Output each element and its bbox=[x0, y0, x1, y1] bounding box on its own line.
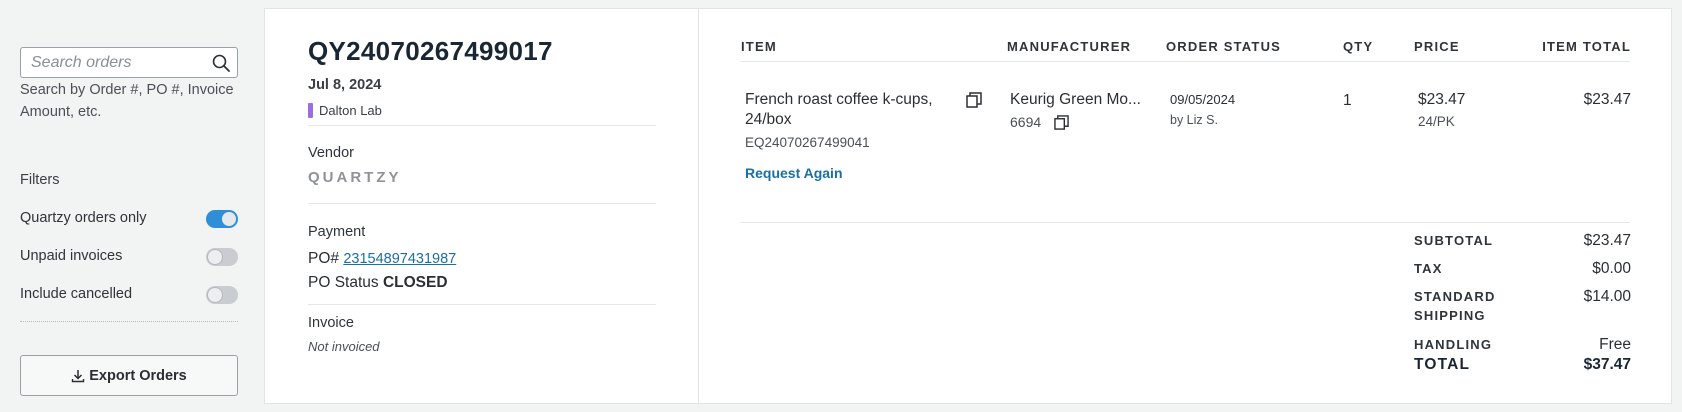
order-card: QY24070267499017 Jul 8, 2024 Dalton Lab … bbox=[264, 8, 1672, 404]
sidebar: Search by Order #, PO #, Invoice Amount,… bbox=[20, 0, 238, 412]
po-number-row: PO# 23154897431987 bbox=[308, 250, 456, 268]
tax-label: TAX bbox=[1414, 261, 1443, 276]
include-cancelled-toggle[interactable] bbox=[206, 286, 238, 304]
shipping-label: STANDARD SHIPPING bbox=[1414, 289, 1496, 323]
vendor-logo: QUARTZY bbox=[308, 169, 402, 186]
search-help-text: Search by Order #, PO #, Invoice Amount,… bbox=[20, 82, 234, 120]
po-status-value: CLOSED bbox=[382, 274, 448, 291]
filter-label: Unpaid invoices bbox=[20, 248, 123, 264]
item-qty: 1 bbox=[1343, 92, 1352, 109]
subtotal-value: $23.47 bbox=[1583, 232, 1631, 249]
column-header-price: PRICE bbox=[1414, 39, 1460, 54]
header-divider bbox=[741, 61, 1630, 62]
copy-icon[interactable] bbox=[966, 92, 982, 108]
column-header-qty: QTY bbox=[1343, 39, 1374, 54]
po-prefix: PO# bbox=[308, 250, 340, 267]
item-price: $23.47 bbox=[1418, 91, 1466, 108]
search-icon[interactable] bbox=[211, 53, 231, 73]
payment-label: Payment bbox=[308, 224, 366, 240]
request-again-link[interactable]: Request Again bbox=[745, 165, 843, 181]
filters-heading: Filters bbox=[20, 172, 60, 188]
order-details-panel: QY24070267499017 Jul 8, 2024 Dalton Lab … bbox=[308, 9, 656, 403]
toggle-knob bbox=[222, 212, 236, 226]
order-number: QY24070267499017 bbox=[308, 36, 553, 66]
export-orders-label: Export Orders bbox=[89, 367, 187, 384]
shipping-value: $14.00 bbox=[1583, 288, 1631, 305]
lab-color-marker bbox=[308, 103, 313, 118]
lab-name: Dalton Lab bbox=[319, 103, 382, 118]
total-label: TOTAL bbox=[1414, 356, 1471, 373]
invoice-label: Invoice bbox=[308, 315, 354, 331]
quartzy-orders-toggle[interactable] bbox=[206, 210, 238, 228]
search-box[interactable] bbox=[20, 47, 238, 78]
item-total: $23.47 bbox=[1583, 91, 1631, 108]
vendor-label: Vendor bbox=[308, 145, 354, 161]
items-panel: ITEM MANUFACTURER ORDER STATUS QTY PRICE… bbox=[741, 9, 1631, 403]
toggle-knob bbox=[208, 250, 222, 264]
card-divider bbox=[698, 9, 699, 403]
filter-label: Include cancelled bbox=[20, 286, 133, 302]
search-input[interactable] bbox=[29, 52, 213, 74]
column-header-manufacturer: MANUFACTURER bbox=[1007, 39, 1132, 54]
order-date: Jul 8, 2024 bbox=[308, 77, 382, 93]
tax-value: $0.00 bbox=[1592, 260, 1631, 277]
totals-divider bbox=[741, 222, 1630, 223]
po-status-row: PO Status CLOSED bbox=[308, 274, 448, 292]
unpaid-invoices-toggle[interactable] bbox=[206, 248, 238, 266]
handling-label: HANDLING bbox=[1414, 337, 1493, 352]
filter-quartzy-orders-only: Quartzy orders only bbox=[20, 208, 238, 230]
order-status-date: 09/05/2024 bbox=[1170, 92, 1236, 107]
item-sku: EQ24070267499041 bbox=[745, 135, 870, 150]
manufacturer-code: 6694 bbox=[1010, 114, 1042, 130]
filter-include-cancelled: Include cancelled bbox=[20, 284, 238, 306]
item-price-unit: 24/PK bbox=[1418, 114, 1455, 129]
po-status-label: PO Status bbox=[308, 274, 379, 291]
total-value: $37.47 bbox=[1583, 356, 1631, 373]
section-divider bbox=[308, 125, 656, 126]
lab-tag: Dalton Lab bbox=[308, 103, 382, 118]
column-header-order-status: ORDER STATUS bbox=[1166, 39, 1282, 54]
subtotal-label: SUBTOTAL bbox=[1414, 233, 1494, 248]
filter-unpaid-invoices: Unpaid invoices bbox=[20, 246, 238, 268]
item-name: French roast coffee k-cups, 24/box bbox=[745, 91, 933, 128]
filter-label: Quartzy orders only bbox=[20, 210, 147, 226]
po-number-link[interactable]: 23154897431987 bbox=[343, 251, 456, 267]
section-divider bbox=[308, 203, 656, 204]
manufacturer-name: Keurig Green Mo... bbox=[1010, 91, 1141, 108]
copy-icon[interactable] bbox=[1054, 115, 1069, 130]
handling-value: Free bbox=[1599, 336, 1631, 353]
section-divider bbox=[308, 304, 656, 305]
download-icon bbox=[72, 369, 85, 382]
toggle-knob bbox=[208, 288, 222, 302]
invoice-status: Not invoiced bbox=[308, 339, 380, 354]
order-status-by: by Liz S. bbox=[1170, 113, 1218, 127]
sidebar-divider bbox=[20, 321, 238, 322]
column-header-item-total: ITEM TOTAL bbox=[1542, 39, 1631, 54]
export-orders-button[interactable]: Export Orders bbox=[20, 355, 238, 396]
column-header-item: ITEM bbox=[741, 39, 777, 54]
